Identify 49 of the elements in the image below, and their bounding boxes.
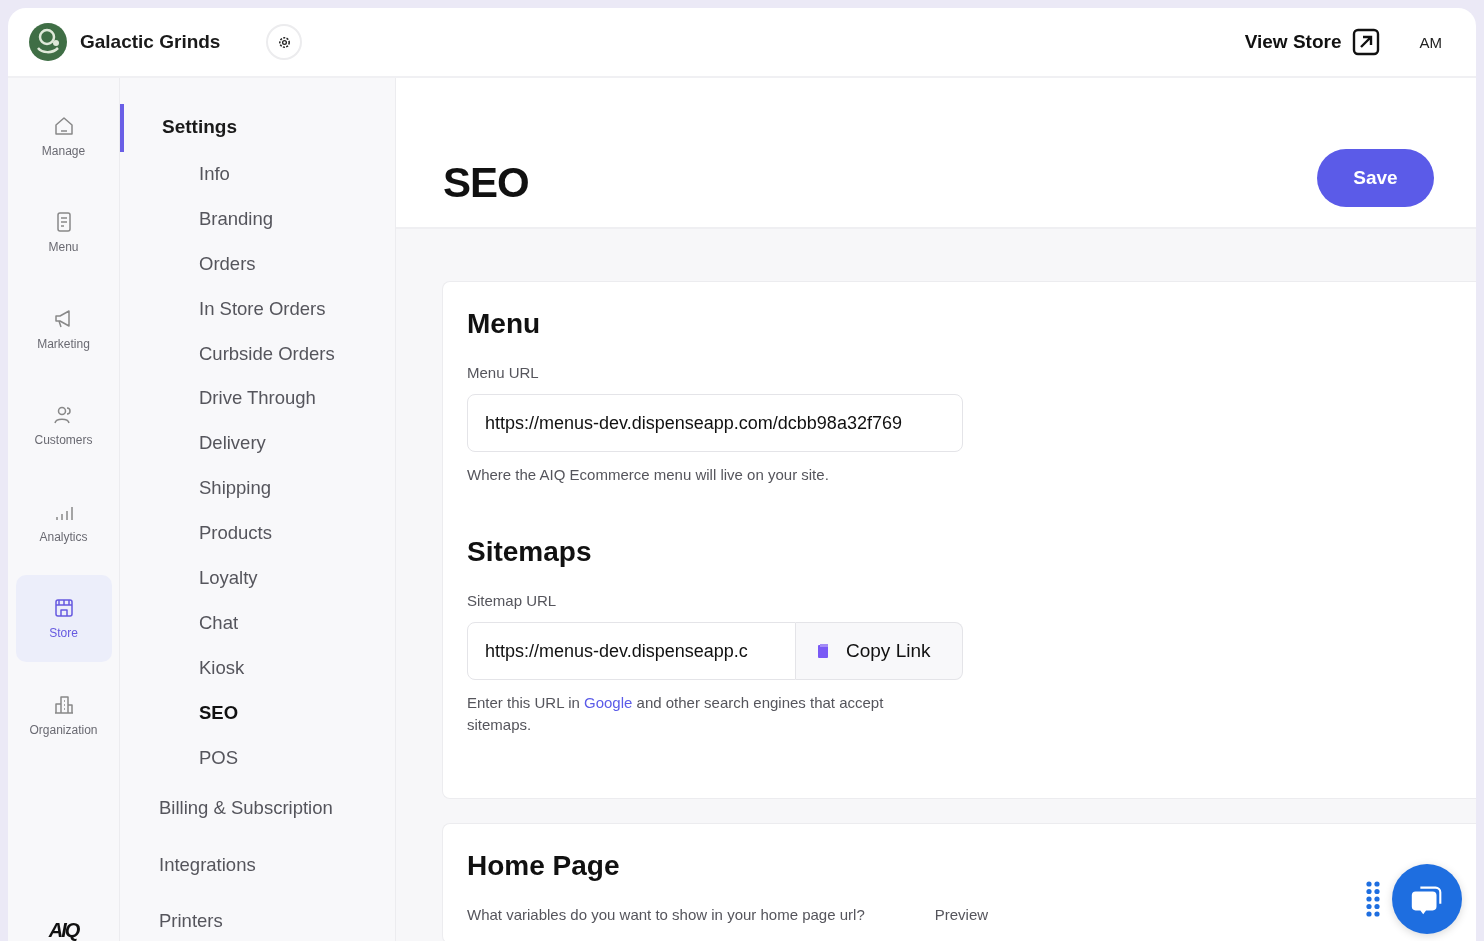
external-link-icon [1351,28,1380,56]
settings-icon [276,34,292,50]
settings-nav-item[interactable]: Chat [120,600,395,646]
settings-nav-item[interactable]: In Store Orders [120,286,395,332]
menu-url-field[interactable]: https://menus-dev.dispenseapp.com/dcbb98a32f769 [467,394,963,452]
user-initials[interactable]: AM [1419,33,1442,51]
rail-nav-item[interactable]: Analytics [15,478,112,565]
section-heading: Menu [467,308,542,340]
rail-nav-item[interactable]: Organization [15,671,112,758]
section-heading: Sitemaps [467,536,593,568]
rail-nav-item[interactable]: Store [15,574,112,662]
rail-nav-item[interactable]: Manage [15,92,112,179]
rail-nav-item[interactable]: Customers [15,381,112,469]
google-link[interactable]: Google [584,694,633,711]
help-text: Enter this URL in Google and other search engines that accept sitemaps. [467,693,885,735]
sitemap-url-field[interactable]: https://menus-dev.dispenseapp.c [467,622,796,680]
preview-label: Preview [934,906,989,923]
settings-nav-item[interactable]: Drive Through [120,376,395,422]
settings-nav-item[interactable]: Shipping [120,466,395,512]
settings-nav-item[interactable]: Curbside Orders [120,331,395,377]
help-text: Where the AIQ Ecommerce menu will live on your site. [467,465,830,485]
settings-nav-item[interactable]: Info [120,152,395,197]
settings-nav-item[interactable]: Orders [120,241,395,287]
save-button[interactable]: Save [1317,149,1434,207]
question-text: What variables do you want to show in your home page url? [467,906,865,923]
store-logo-icon [28,22,68,62]
settings-nav-item[interactable]: SEO [120,690,395,736]
settings-section-item[interactable]: Printers [120,893,395,941]
rail-nav-item[interactable]: Marketing [15,285,112,372]
settings-nav-item[interactable]: Kiosk [120,645,395,691]
store-name: Galactic Grinds [80,31,221,53]
field-label: Sitemap URL [467,592,558,609]
copy-link-button[interactable]: Copy Link [796,622,963,680]
settings-nav-item[interactable]: POS [120,735,395,781]
rail-nav-item[interactable]: Menu [15,188,112,276]
settings-button[interactable] [266,24,303,60]
settings-nav-item[interactable]: Loyalty [120,556,395,601]
settings-nav-item[interactable]: Branding [120,196,395,242]
settings-section-item[interactable]: Billing & Subscription [120,780,395,837]
view-store-link[interactable]: View Store [1244,28,1380,56]
section-heading: Home Page [467,850,621,882]
settings-nav-item[interactable]: Delivery [120,421,395,467]
drag-handle-icon[interactable] [1366,880,1380,918]
page-title: SEO [443,159,529,207]
settings-section-item[interactable]: Integrations [120,836,395,894]
field-label: Menu URL [467,364,540,381]
brand-logo: AIQ [48,919,79,941]
clipboard-icon [818,644,828,658]
settings-nav-item[interactable]: Products [120,511,395,556]
